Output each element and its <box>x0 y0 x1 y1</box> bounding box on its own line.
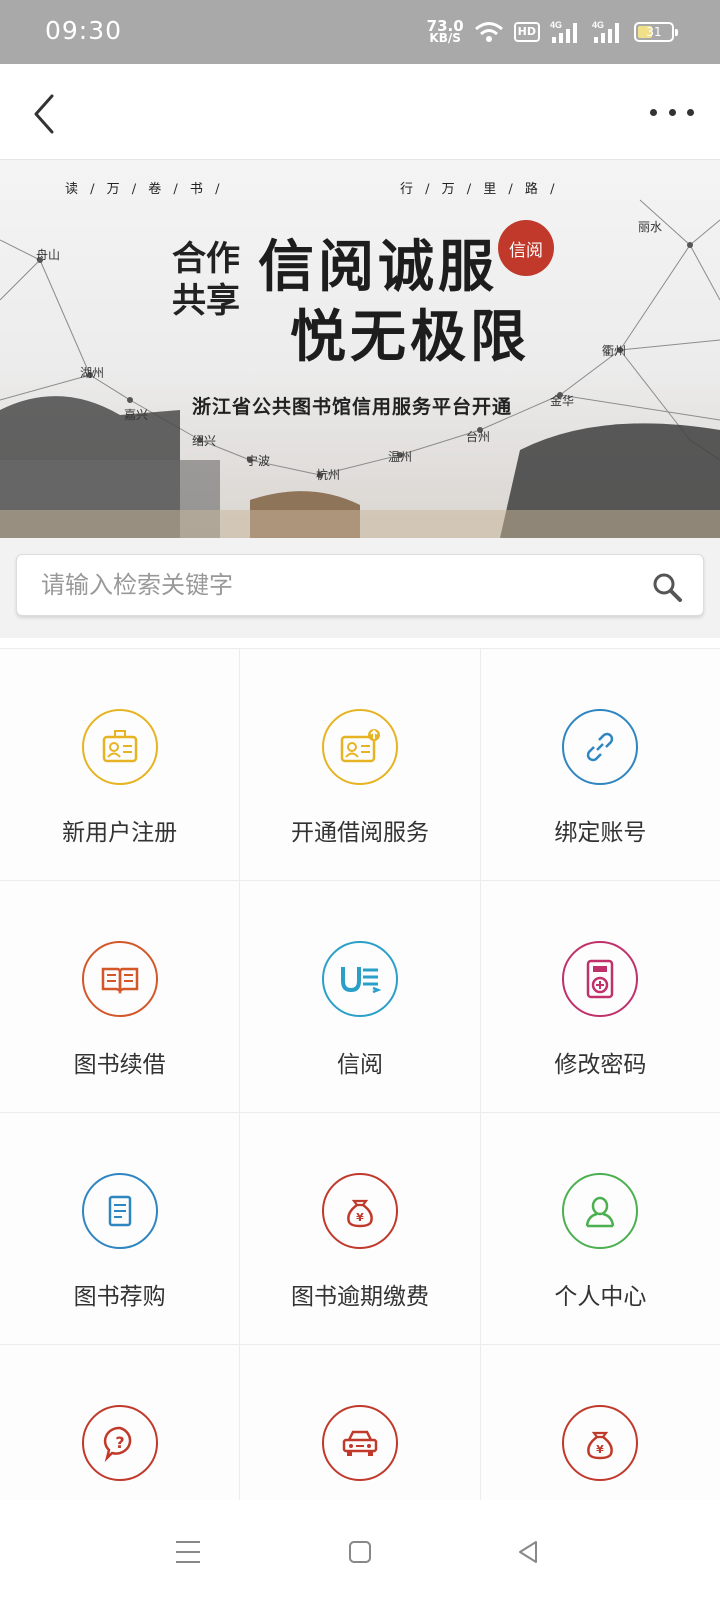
search-input[interactable] <box>41 565 621 605</box>
more-button[interactable] <box>650 94 694 130</box>
menu-xinyue[interactable]: 信阅 <box>240 881 481 1112</box>
menu-label: 图书逾期缴费 <box>290 1284 429 1310</box>
signal-icon: 4G <box>550 19 582 45</box>
city-label: 衢州 <box>602 344 627 358</box>
system-nav-bar <box>0 1500 720 1600</box>
id-card-upgrade-icon <box>321 709 398 785</box>
function-grid: 新用户注册 开通借阅服务 绑定账号 图书续借 信阅 修改密码 图书荐购 ¥ 图书… <box>0 648 720 1576</box>
menu-label: 开通借阅服务 <box>290 820 429 846</box>
menu-new-user-register[interactable]: 新用户注册 <box>0 649 241 880</box>
banner-image[interactable]: 读 / 万 / 卷 / 书 / 行 / 万 / 里 / 路 / 合作 共享 信阅… <box>0 160 720 538</box>
menu-bind-account[interactable]: 绑定账号 <box>480 649 720 880</box>
city-label: 杭州 <box>316 468 341 482</box>
banner-mark: 合作 共享 <box>172 238 240 322</box>
back-button[interactable] <box>26 86 66 138</box>
car-icon <box>321 1405 398 1481</box>
keypad-icon <box>562 941 639 1017</box>
help-icon: ? <box>81 1405 158 1481</box>
more-dot <box>650 108 657 116</box>
id-card-icon <box>81 709 158 785</box>
search-icon[interactable] <box>651 571 683 603</box>
svg-text:¥: ¥ <box>596 1443 604 1456</box>
menu-overdue-payment[interactable]: ¥ 图书逾期缴费 <box>240 1113 481 1344</box>
city-label: 温州 <box>388 450 413 464</box>
city-label: 丽水 <box>638 220 663 234</box>
menu-icon[interactable] <box>168 1532 208 1572</box>
link-icon <box>562 709 639 785</box>
status-icons: 73.0 KB/S HD 4G 4G 31 <box>427 14 678 50</box>
app-header <box>0 64 720 160</box>
network-speed-unit: KB/S <box>429 31 461 45</box>
city-label: 舟山 <box>36 248 61 262</box>
battery-level: 31 <box>646 25 662 39</box>
city-label: 台州 <box>466 430 491 444</box>
status-bar: 09:30 73.0 KB/S HD 4G 4G 31 <box>0 0 720 64</box>
user-icon <box>562 1173 639 1249</box>
money-bag-icon: ¥ <box>562 1405 639 1481</box>
city-label: 金华 <box>550 394 575 408</box>
wifi-icon <box>474 21 504 43</box>
svg-text:¥: ¥ <box>356 1211 364 1224</box>
status-time: 09:30 <box>45 16 123 45</box>
svg-text:?: ? <box>115 1433 124 1452</box>
menu-book-renew[interactable]: 图书续借 <box>0 881 241 1112</box>
seal-stamp: 信阅 <box>498 220 554 276</box>
city-label: 宁波 <box>246 454 271 468</box>
hd-badge: HD <box>513 22 540 42</box>
signal-label-1: 4G <box>550 20 562 30</box>
menu-label: 新用户注册 <box>62 820 178 846</box>
more-dot <box>668 108 676 116</box>
menu-label: 图书续借 <box>73 1052 166 1078</box>
city-label: 绍兴 <box>192 434 217 448</box>
battery-icon: 31 <box>634 22 678 42</box>
banner-title-line2: 悦无极限 <box>290 304 530 370</box>
book-recommend-icon <box>81 1173 158 1249</box>
search-section <box>0 538 720 638</box>
banner-slogan-left: 读 / 万 / 卷 / 书 / <box>65 182 224 197</box>
money-bag-icon: ¥ <box>321 1173 398 1249</box>
menu-label: 绑定账号 <box>554 820 647 846</box>
signal-icon: 4G <box>592 19 624 45</box>
more-dot <box>687 108 694 116</box>
menu-change-password[interactable]: 修改密码 <box>480 881 720 1112</box>
open-book-icon <box>81 941 158 1017</box>
city-label: 嘉兴 <box>124 408 149 422</box>
home-square-icon[interactable] <box>340 1532 380 1572</box>
banner-title: 信阅诚服 悦无极限 <box>258 232 530 372</box>
banner-subtitle: 浙江省公共图书馆信用服务平台开通 <box>192 396 513 418</box>
back-triangle-icon[interactable] <box>508 1532 548 1572</box>
menu-label: 个人中心 <box>554 1284 647 1310</box>
u-read-icon <box>321 941 398 1017</box>
menu-book-recommend[interactable]: 图书荐购 <box>0 1113 241 1344</box>
chevron-left-icon <box>34 94 54 134</box>
city-label: 湖州 <box>80 366 105 380</box>
menu-label: 信阅 <box>336 1052 383 1078</box>
banner-slogan-right: 行 / 万 / 里 / 路 / <box>400 182 559 197</box>
grid-row: 图书荐购 ¥ 图书逾期缴费 个人中心 <box>0 1112 720 1344</box>
grid-row: 图书续借 信阅 修改密码 <box>0 880 720 1112</box>
menu-open-borrow-service[interactable]: 开通借阅服务 <box>240 649 481 880</box>
network-speed: 73.0 KB/S <box>427 19 464 45</box>
banner-title-line1: 信阅诚服 <box>258 234 498 300</box>
menu-label: 图书荐购 <box>73 1284 166 1310</box>
grid-row: 新用户注册 开通借阅服务 绑定账号 <box>0 648 720 880</box>
menu-personal-center[interactable]: 个人中心 <box>480 1113 720 1344</box>
menu-label: 修改密码 <box>554 1052 647 1078</box>
signal-label-2: 4G <box>592 20 604 30</box>
banner-mark-line2: 共享 <box>172 281 240 321</box>
banner-mark-line1: 合作 <box>172 239 240 279</box>
search-box[interactable] <box>16 554 704 616</box>
